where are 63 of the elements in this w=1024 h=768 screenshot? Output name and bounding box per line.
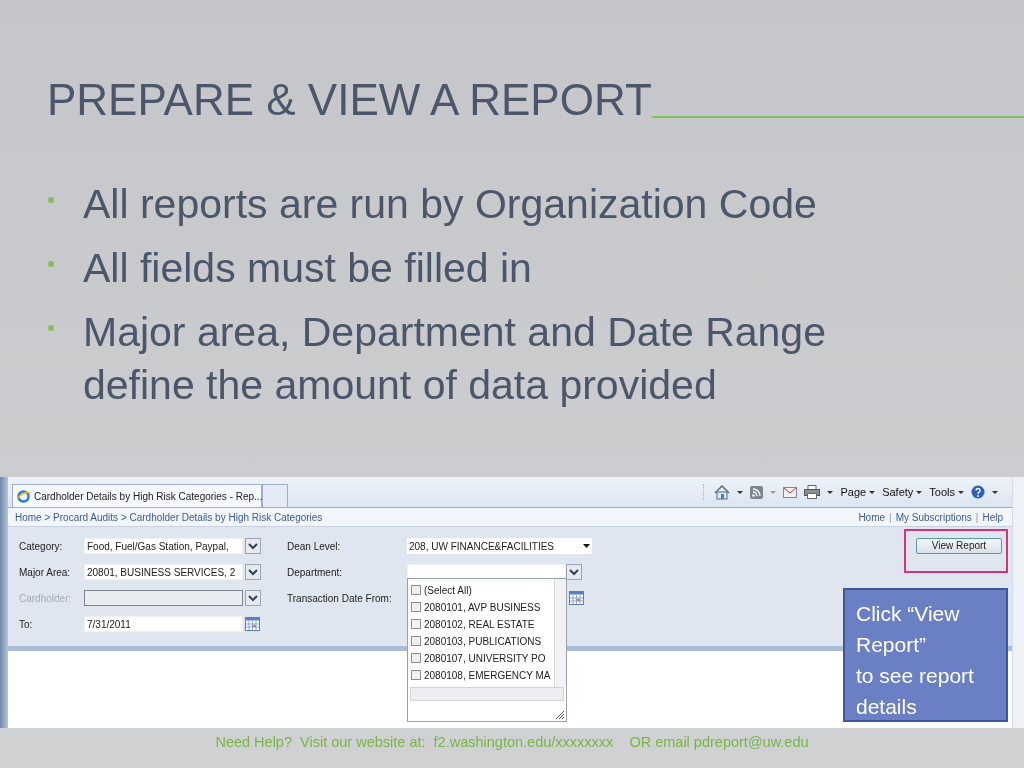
checkbox[interactable] bbox=[411, 585, 421, 595]
bullet-text: Major area, Department and Date Range define the amount of data provided bbox=[83, 308, 827, 410]
browser-tab[interactable]: Cardholder Details by High Risk Categories - Rep... bbox=[12, 484, 262, 507]
bullet-icon bbox=[47, 260, 55, 268]
view-report-button[interactable]: View Report bbox=[916, 538, 1002, 554]
header-link[interactable]: My Subscriptions bbox=[895, 509, 972, 525]
bullet-icon bbox=[47, 196, 55, 204]
printer-icon[interactable] bbox=[804, 485, 821, 499]
checkbox[interactable] bbox=[411, 636, 421, 646]
field-label: Department: bbox=[287, 565, 344, 580]
checkbox[interactable] bbox=[411, 619, 421, 629]
feed-icon[interactable] bbox=[750, 485, 764, 499]
calendar-icon[interactable] bbox=[245, 617, 260, 631]
bullet-text: All reports are run by Organization Code bbox=[83, 180, 817, 229]
horizontal-scrollbar[interactable] bbox=[410, 687, 564, 701]
header-link[interactable]: Help bbox=[982, 509, 1003, 525]
field-label: Transaction Date From: bbox=[287, 591, 393, 606]
callout-text: to see report details bbox=[856, 663, 975, 720]
checkbox[interactable] bbox=[411, 653, 421, 663]
link-separator: | bbox=[975, 510, 979, 525]
toolbar-menu-button[interactable]: Tools bbox=[929, 483, 964, 501]
list-option[interactable]: 2080108, EMERGENCY MA bbox=[411, 668, 554, 682]
date-field[interactable]: 7/31/2011 bbox=[84, 616, 243, 632]
field-label: Cardholder: bbox=[19, 591, 73, 606]
field-label: Category: bbox=[19, 539, 64, 554]
breadcrumb[interactable]: Home > Procard Audits > Cardholder Details by High Risk Categories bbox=[15, 509, 323, 525]
list-option[interactable]: (Select All) bbox=[411, 583, 554, 597]
dropdown-field[interactable]: 208, UW FINANCE&FACILITIES bbox=[407, 538, 592, 554]
resize-grip-icon[interactable] bbox=[555, 710, 565, 720]
toolbar-menu-button[interactable]: Page bbox=[840, 483, 876, 501]
list-option[interactable]: 2080107, UNIVERSITY PO bbox=[411, 651, 554, 665]
list-option[interactable]: 2080101, AVP BUSINESS bbox=[411, 600, 554, 614]
list-option[interactable]: 2080102, REAL ESTATE bbox=[411, 617, 554, 631]
checkbox[interactable] bbox=[411, 602, 421, 612]
link-separator: | bbox=[889, 510, 892, 525]
field-label: Major Area: bbox=[19, 565, 72, 580]
caret-icon bbox=[916, 490, 923, 494]
mail-icon[interactable] bbox=[783, 486, 798, 498]
calendar-icon[interactable] bbox=[569, 591, 584, 605]
caret-icon bbox=[958, 490, 964, 494]
combo-field[interactable]: 20801, BUSINESS SERVICES, 2 bbox=[84, 564, 243, 580]
caret-icon bbox=[583, 544, 590, 548]
header-link[interactable]: Home bbox=[858, 509, 886, 525]
caret-icon[interactable] bbox=[827, 490, 834, 494]
callout-text: Click “View Report” bbox=[856, 601, 961, 658]
slide-title: PREPARE & VIEW A REPORT bbox=[47, 74, 652, 126]
bullet-text: All fields must be filled in bbox=[83, 244, 532, 293]
help-icon[interactable] bbox=[971, 485, 985, 499]
caret-icon[interactable] bbox=[737, 490, 744, 494]
field-label: Dean Level: bbox=[287, 539, 342, 554]
browser-logo-icon bbox=[17, 489, 30, 503]
caret-icon[interactable] bbox=[992, 490, 998, 494]
combo-field[interactable] bbox=[84, 590, 243, 606]
field-label: To: bbox=[19, 617, 34, 632]
combo-field[interactable]: Food, Fuel/Gas Station, Paypal, bbox=[84, 538, 243, 554]
footer-text: Need Help? Visit our website at: f2.washington.edu/xxxxxxxx OR email pdreport@uw.edu bbox=[214, 733, 810, 752]
vertical-scrollbar[interactable] bbox=[554, 579, 566, 687]
bullet-icon bbox=[47, 324, 55, 332]
home-icon[interactable] bbox=[714, 484, 731, 500]
checkbox[interactable] bbox=[411, 670, 421, 680]
caret-icon bbox=[869, 490, 876, 494]
list-option[interactable]: 2080103, PUBLICATIONS bbox=[411, 634, 554, 648]
toolbar-menu-button[interactable]: Safety bbox=[882, 483, 923, 501]
